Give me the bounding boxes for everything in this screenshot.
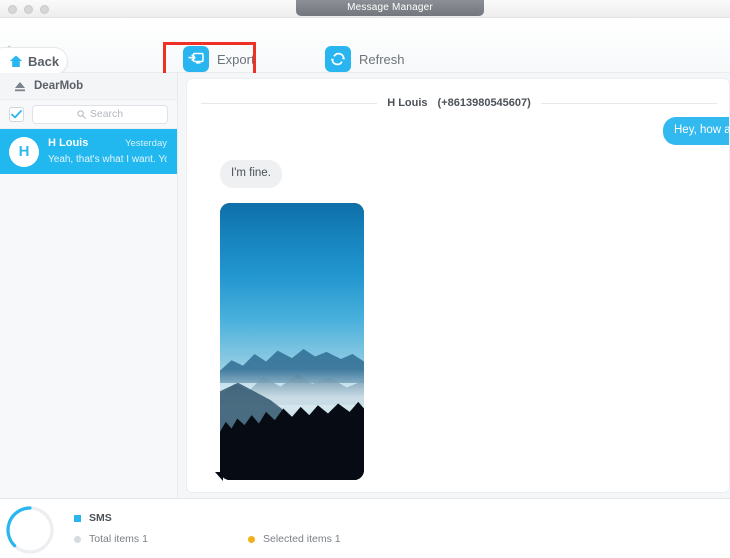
- chat-panel: H Louis (+8613980545607) Hey, how a u? I…: [178, 73, 730, 498]
- search-placeholder: Search: [89, 108, 124, 120]
- device-name: DearMob: [34, 80, 84, 92]
- conversation-time: Yesterday: [125, 137, 167, 149]
- toolbar: Back Export Refresh: [0, 18, 730, 88]
- message-image-attachment[interactable]: [220, 203, 364, 480]
- total-items-marker-icon: [74, 535, 81, 543]
- select-all-checkbox[interactable]: [9, 106, 24, 122]
- window-tab-message-manager[interactable]: Message Manager: [296, 0, 484, 16]
- chat-contact-name: H Louis: [387, 97, 428, 109]
- device-row[interactable]: DearMob: [0, 73, 177, 100]
- sms-marker-icon: [74, 514, 81, 522]
- conversation-name: H Louis: [48, 136, 89, 149]
- conversation-preview: Yeah, that's what I want. You kno...: [48, 153, 167, 165]
- conversation-list-item-h-louis[interactable]: H H Louis Yesterday Yeah, that's what I …: [0, 129, 177, 174]
- refresh-icon: [325, 46, 351, 72]
- export-label: Export: [217, 51, 255, 67]
- sms-label: SMS: [89, 512, 112, 524]
- app-window: Message Manager Back Export Refresh Dear…: [0, 0, 730, 558]
- legend-row-counts: Total items 1 Selected items 1: [74, 533, 341, 545]
- title-bar: Message Manager: [0, 0, 730, 18]
- header-divider-right: [540, 102, 717, 104]
- zoom-button[interactable]: [40, 5, 49, 14]
- home-icon: [9, 55, 23, 67]
- chat-card: H Louis (+8613980545607) Hey, how a u? I…: [186, 78, 730, 493]
- storage-ring-icon: [6, 506, 54, 554]
- window-controls: [8, 5, 49, 14]
- conversation-body: H Louis Yesterday Yeah, that's what I wa…: [48, 137, 167, 167]
- export-icon: [183, 46, 209, 72]
- eject-icon[interactable]: [14, 81, 26, 92]
- storage-indicator: Free 10.81 GB: [5, 505, 55, 555]
- header-divider-left: [201, 102, 378, 104]
- selected-items-group: Selected items 1: [248, 533, 341, 545]
- refresh-button[interactable]: Refresh: [325, 46, 405, 72]
- chat-header: H Louis (+8613980545607): [187, 97, 729, 109]
- search-input[interactable]: Search: [32, 104, 168, 124]
- image-bubble-tail: [215, 472, 223, 481]
- minimize-button[interactable]: [24, 5, 33, 14]
- search-icon: [77, 109, 86, 119]
- back-label: Back: [28, 53, 60, 69]
- selected-items-marker-icon: [248, 535, 255, 543]
- export-button[interactable]: Export: [183, 46, 255, 72]
- search-row: Search: [0, 100, 177, 129]
- chat-contact-number: (+8613980545607): [437, 97, 531, 109]
- total-items-group: Total items 1: [74, 533, 248, 545]
- total-items-label: Total items 1: [89, 533, 148, 545]
- back-button[interactable]: Back: [0, 47, 68, 75]
- close-button[interactable]: [8, 5, 17, 14]
- status-legend: SMS Total items 1 Selected items 1: [74, 512, 341, 545]
- legend-row-sms: SMS: [74, 512, 341, 524]
- message-bubble-outgoing[interactable]: Hey, how a u?: [663, 117, 729, 145]
- message-bubble-incoming[interactable]: I'm fine.: [220, 160, 282, 188]
- message-list: Hey, how a u? I'm fine. Yeah, that's wha…: [187, 109, 729, 492]
- refresh-label: Refresh: [359, 51, 405, 67]
- avatar: H: [9, 136, 39, 167]
- status-bar: Free 10.81 GB SMS Total items 1 Selected…: [0, 498, 730, 558]
- selected-items-label: Selected items 1: [263, 533, 341, 545]
- sidebar: DearMob Search H H Louis Yesterday Yeah,…: [0, 73, 178, 498]
